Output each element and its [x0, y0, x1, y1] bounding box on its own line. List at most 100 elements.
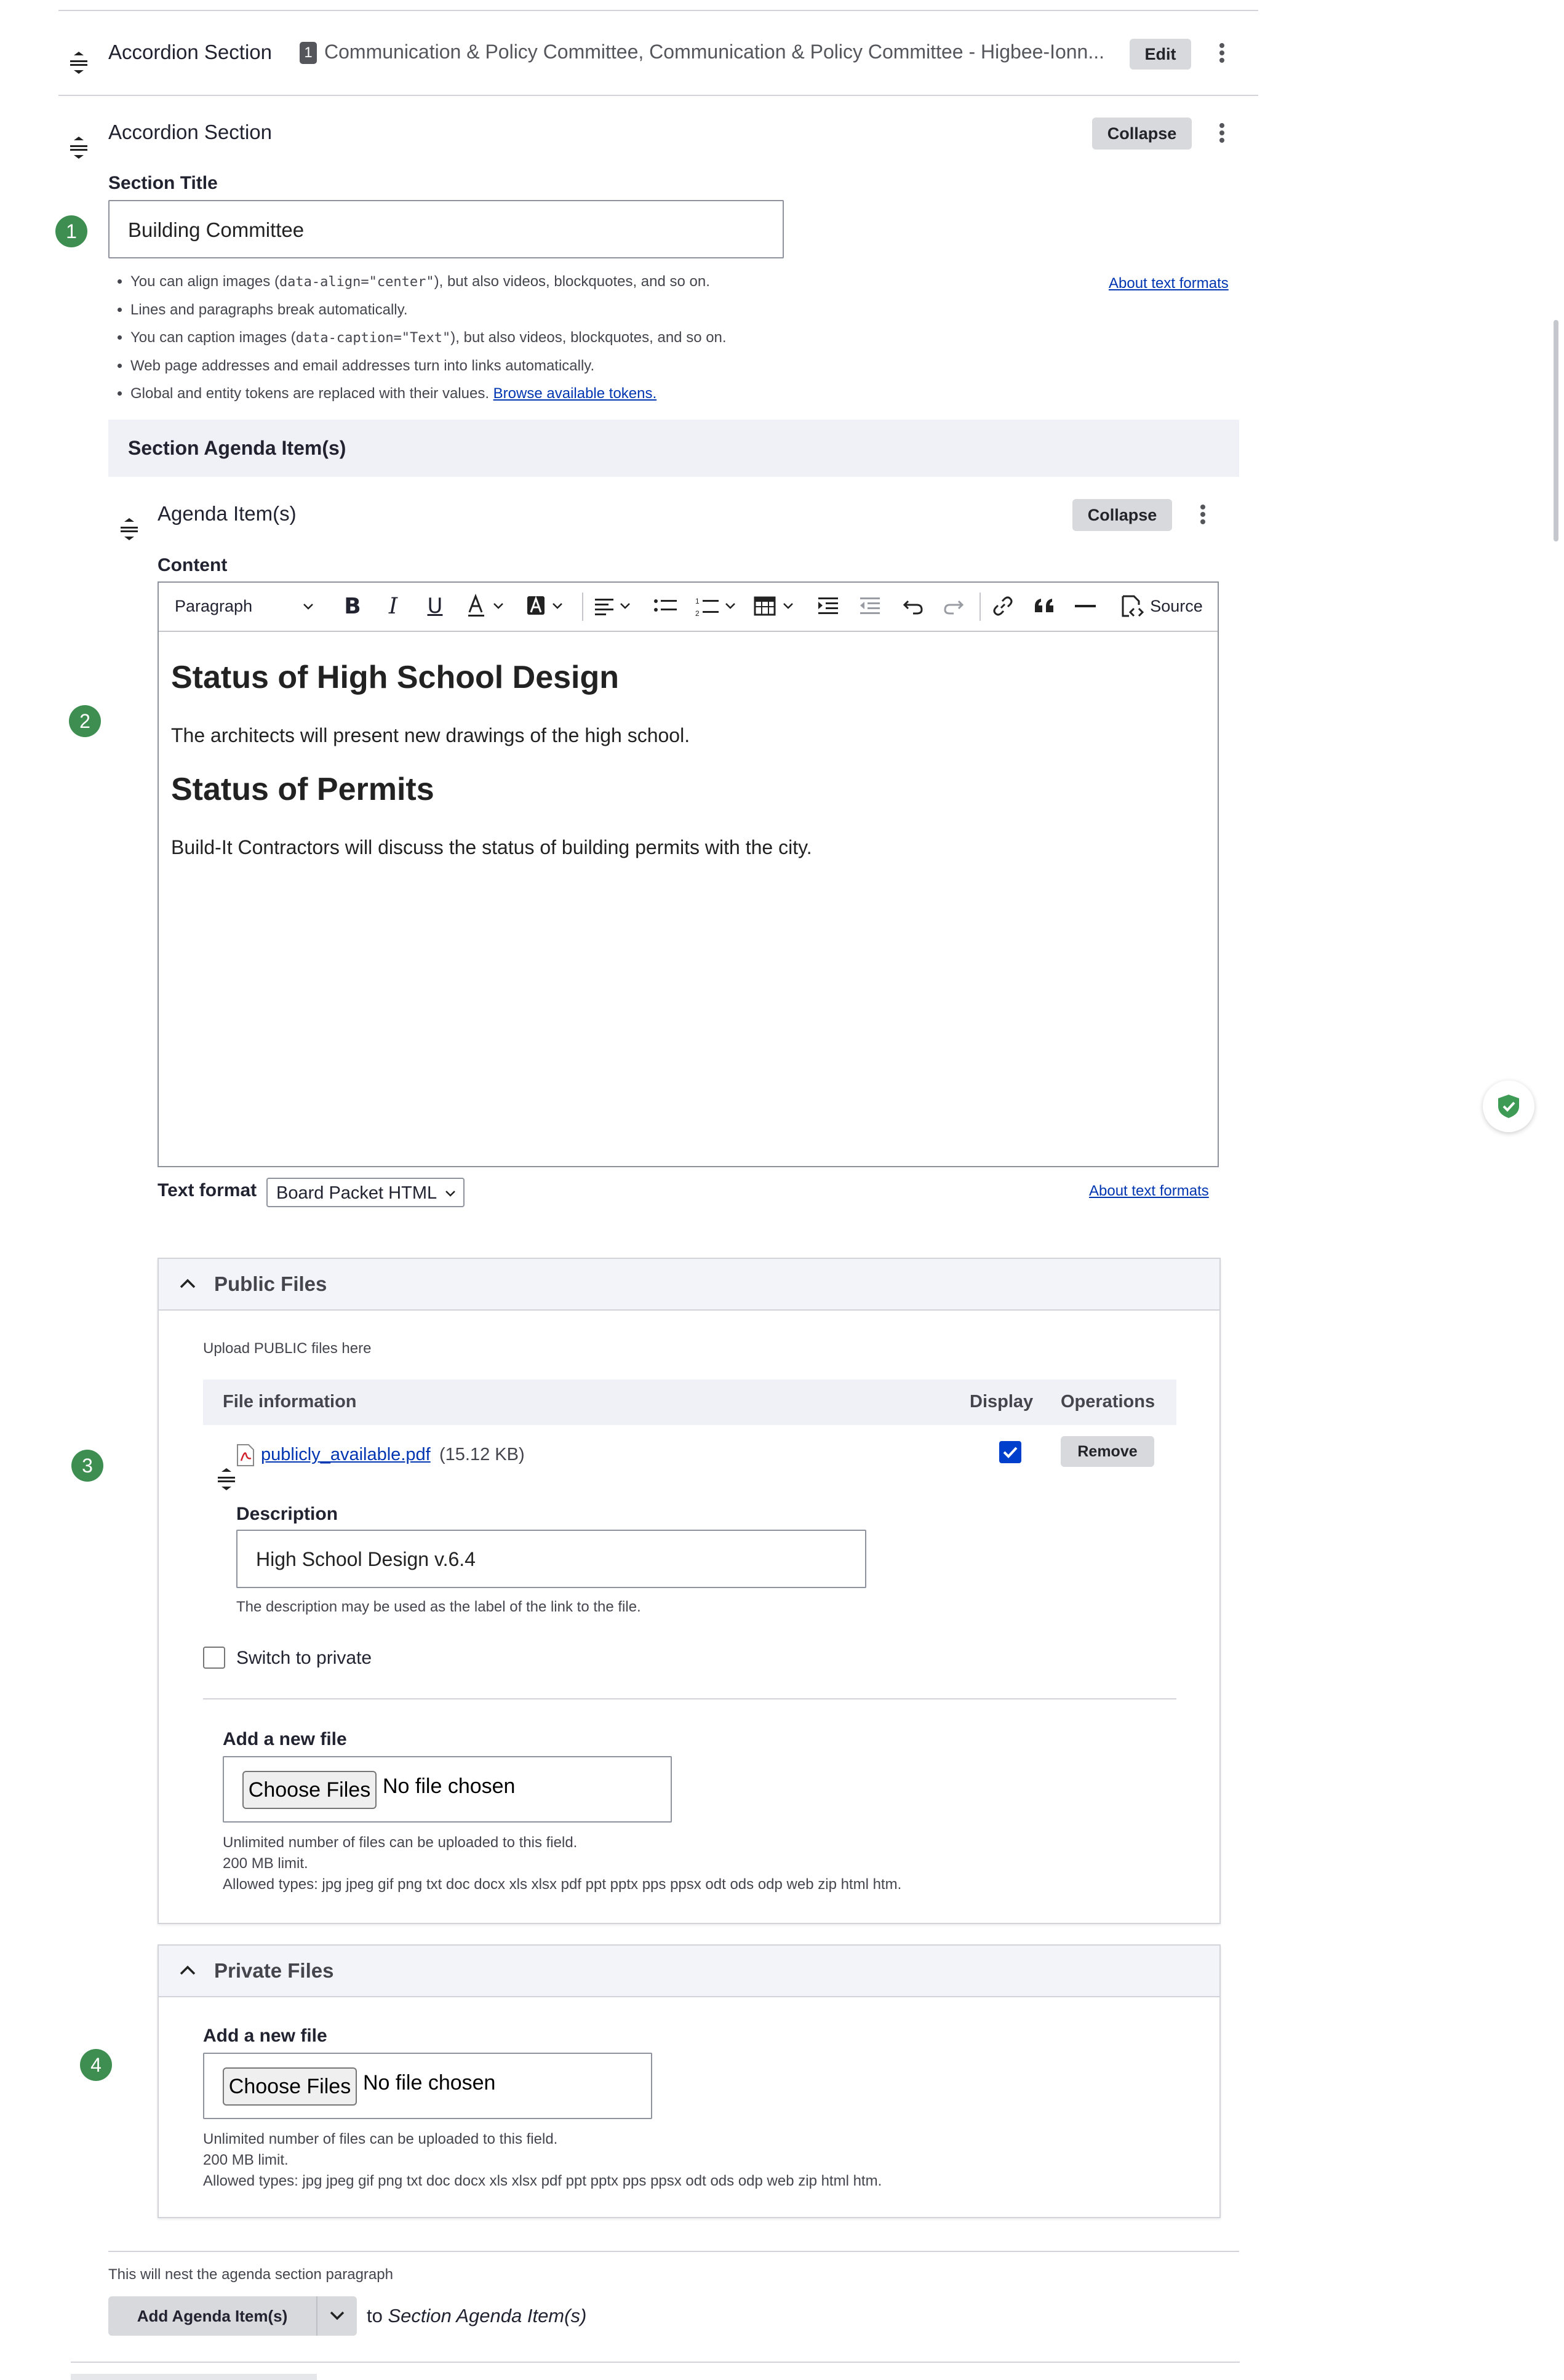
- files-table-header: File information Display Operations: [203, 1380, 1176, 1425]
- shield-check-icon: [1498, 1095, 1519, 1118]
- public-files-title: Public Files: [214, 1272, 327, 1295]
- redo-icon[interactable]: [936, 583, 971, 629]
- public-files-summary[interactable]: Public Files: [159, 1259, 1219, 1311]
- footer-to-label: to Section Agenda Item(s): [367, 2305, 587, 2326]
- private-files-summary[interactable]: Private Files: [159, 1946, 1219, 1997]
- text-format-select[interactable]: Board Packet HTML: [266, 1178, 465, 1207]
- collapsed-section-summary: Communication & Policy Committee, Commun…: [324, 41, 1105, 63]
- edit-button[interactable]: Edit: [1130, 39, 1191, 70]
- svg-text:2: 2: [695, 609, 700, 618]
- kebab-menu-icon[interactable]: [1216, 41, 1228, 65]
- chevron-down-icon: [330, 2311, 345, 2320]
- partial-button-edge: [71, 2374, 317, 2380]
- chevron-down-icon: [445, 1191, 455, 1197]
- choose-files-button[interactable]: Choose Files: [223, 2067, 357, 2106]
- table-icon[interactable]: [751, 583, 802, 629]
- checkmark-icon: [1003, 1447, 1018, 1458]
- switch-private-checkbox[interactable]: [203, 1647, 225, 1669]
- source-button[interactable]: Source: [1109, 583, 1213, 629]
- collapse-agenda-button[interactable]: Collapse: [1072, 499, 1172, 531]
- content-label: Content: [158, 555, 228, 575]
- indent-icon[interactable]: [811, 583, 845, 629]
- add-agenda-item-button[interactable]: Add Agenda Item(s): [108, 2296, 316, 2336]
- blockquote-icon[interactable]: [1027, 583, 1062, 629]
- description-value: High School Design v.6.4: [256, 1548, 476, 1570]
- chevron-up-icon: [180, 1965, 196, 1975]
- section-title-label: Section Title: [108, 173, 218, 193]
- private-files-title: Private Files: [214, 1959, 334, 1982]
- choose-files-button[interactable]: Choose Files: [242, 1771, 377, 1809]
- highlight-icon[interactable]: [522, 583, 571, 629]
- editor-paragraph-1[interactable]: The architects will present new drawings…: [171, 724, 690, 747]
- add-file-label: Add a new file: [203, 2026, 327, 2046]
- public-file-input[interactable]: Choose Files No file chosen: [223, 1756, 672, 1823]
- editor-heading-2[interactable]: Status of Permits: [171, 771, 434, 808]
- browse-tokens-link[interactable]: Browse available tokens.: [493, 385, 656, 402]
- text-format-tips: You can align images (data-align="center…: [108, 268, 1053, 407]
- description-label: Description: [236, 1504, 338, 1524]
- top-divider: [58, 10, 1258, 11]
- font-color-icon[interactable]: [463, 583, 512, 629]
- align-icon[interactable]: [589, 583, 639, 629]
- text-format-label: Text format: [158, 1180, 257, 1200]
- italic-icon[interactable]: I: [378, 583, 409, 629]
- bold-icon[interactable]: B: [337, 583, 368, 629]
- open-section-title: Accordion Section: [108, 121, 272, 143]
- public-files-hint: Upload PUBLIC files here: [203, 1340, 372, 1357]
- bulleted-list-icon[interactable]: [648, 583, 683, 629]
- tip-item: Web page addresses and email addresses t…: [130, 352, 1053, 380]
- display-checkbox[interactable]: [999, 1441, 1021, 1463]
- column-file-information: File information: [223, 1392, 357, 1412]
- file-link[interactable]: publicly_available.pdf: [261, 1445, 431, 1465]
- no-file-chosen: No file chosen: [363, 2071, 496, 2094]
- drag-handle-icon[interactable]: [66, 50, 91, 75]
- about-text-formats-link[interactable]: About text formats: [1109, 275, 1229, 292]
- link-icon[interactable]: [986, 583, 1020, 629]
- agenda-item-title: Agenda Item(s): [158, 502, 297, 525]
- footer-divider: [108, 2251, 1239, 2252]
- pdf-file-icon: [237, 1444, 254, 1466]
- paragraph-format-dropdown[interactable]: Paragraph: [167, 583, 321, 629]
- nest-note: This will nest the agenda section paragr…: [108, 2266, 393, 2283]
- description-help: The description may be used as the label…: [236, 1599, 641, 1615]
- file-limits: Unlimited number of files can be uploade…: [223, 1834, 902, 1893]
- tip-item: Lines and paragraphs break automatically…: [130, 296, 1053, 324]
- private-file-input[interactable]: Choose Files No file chosen: [203, 2053, 652, 2119]
- about-text-formats-link[interactable]: About text formats: [1089, 1183, 1209, 1200]
- drag-handle-icon[interactable]: [117, 517, 142, 541]
- public-files-panel: Public Files Upload PUBLIC files here Fi…: [158, 1258, 1221, 1924]
- collapse-section-button[interactable]: Collapse: [1092, 118, 1192, 150]
- switch-private-label: Switch to private: [236, 1648, 372, 1668]
- no-file-chosen: No file chosen: [383, 1775, 516, 1798]
- undo-icon[interactable]: [896, 583, 930, 629]
- editor-paragraph-2[interactable]: Build-It Contractors will discuss the st…: [171, 836, 812, 859]
- numbered-list-icon[interactable]: 12: [692, 583, 743, 629]
- scrollbar-thumb[interactable]: [1554, 320, 1558, 541]
- remove-button[interactable]: Remove: [1061, 1436, 1154, 1467]
- item-count-badge: 1: [300, 42, 317, 64]
- drag-handle-icon[interactable]: [214, 1467, 239, 1491]
- add-options-toggle[interactable]: [317, 2296, 357, 2336]
- kebab-menu-icon[interactable]: [1197, 502, 1209, 527]
- shield-check-button[interactable]: [1483, 1080, 1534, 1132]
- step-marker-2: 2: [69, 705, 101, 737]
- divider: [203, 1698, 1176, 1699]
- step-marker-3: 3: [71, 1450, 103, 1482]
- source-icon: [1122, 595, 1144, 617]
- step-marker-1: 1: [55, 215, 87, 247]
- kebab-menu-icon[interactable]: [1216, 121, 1228, 145]
- file-limits: Unlimited number of files can be uploade…: [203, 2131, 882, 2189]
- column-operations: Operations: [1061, 1392, 1155, 1412]
- agenda-items-header: Section Agenda Item(s): [108, 420, 1239, 477]
- step-marker-4: 4: [80, 2049, 112, 2081]
- outdent-icon[interactable]: [853, 583, 887, 629]
- add-agenda-item-control: Add Agenda Item(s): [108, 2296, 357, 2336]
- drag-handle-icon[interactable]: [66, 135, 91, 160]
- private-files-panel: Private Files Add a new file Choose File…: [158, 1944, 1221, 2218]
- underline-icon[interactable]: U: [420, 583, 450, 629]
- section-title-input[interactable]: Building Committee: [108, 200, 784, 258]
- tip-item: You can caption images (data-caption="Te…: [130, 324, 1053, 352]
- horizontal-line-icon[interactable]: [1068, 583, 1103, 629]
- editor-heading-1[interactable]: Status of High School Design: [171, 659, 619, 696]
- description-input[interactable]: High School Design v.6.4: [236, 1530, 866, 1588]
